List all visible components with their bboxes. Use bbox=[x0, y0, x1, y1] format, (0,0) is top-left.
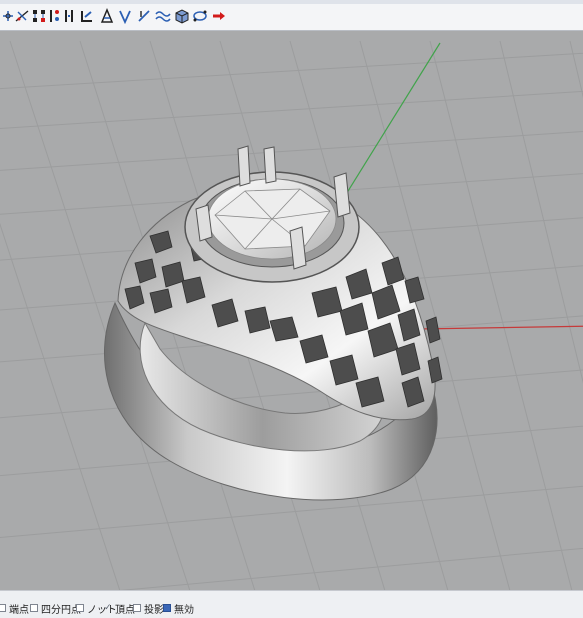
toolbar-top-strip bbox=[0, 0, 583, 4]
snap-end[interactable]: 端点 bbox=[0, 601, 29, 616]
snap-end-label: 端点 bbox=[9, 604, 29, 616]
snap-project-checkbox[interactable] bbox=[133, 604, 141, 612]
join-edge-icon[interactable] bbox=[79, 8, 95, 24]
wave-curve-icon[interactable] bbox=[155, 8, 171, 24]
snap-disable-label: 無効 bbox=[174, 604, 194, 616]
flow-arrow-icon[interactable] bbox=[211, 8, 227, 24]
ring-model[interactable] bbox=[104, 145, 443, 501]
curve-icon[interactable] bbox=[136, 8, 152, 24]
edit-points-icon[interactable] bbox=[47, 8, 63, 24]
snap-quad-label: 四分円点 bbox=[41, 604, 81, 616]
snap-vertex-label: 頂点 bbox=[115, 604, 135, 616]
split-icon[interactable] bbox=[62, 8, 78, 24]
snap-end-checkbox[interactable] bbox=[0, 604, 6, 612]
top-toolbar bbox=[0, 0, 583, 31]
extend-icon[interactable] bbox=[117, 8, 133, 24]
gemstone bbox=[207, 178, 337, 260]
trim-icon[interactable] bbox=[99, 8, 115, 24]
gumball-icon[interactable] bbox=[14, 8, 30, 24]
snap-knot-checkbox[interactable] bbox=[76, 604, 84, 612]
checkmark-icon: ✓ bbox=[104, 603, 112, 613]
solid-box-icon[interactable] bbox=[174, 8, 190, 24]
snap-disable-checkbox[interactable] bbox=[163, 604, 171, 612]
control-points-icon[interactable] bbox=[31, 8, 47, 24]
snap-project[interactable]: 投影 bbox=[133, 601, 164, 616]
snap-quad[interactable]: 四分円点 bbox=[30, 601, 81, 616]
perspective-viewport[interactable] bbox=[0, 31, 583, 590]
snap-project-label: 投影 bbox=[144, 604, 164, 616]
snap-disable[interactable]: 無効 bbox=[163, 601, 194, 616]
osnap-statusbar: 端点 四分円点 ノット ✓ 頂点 投影 無効 bbox=[0, 590, 583, 618]
snap-vertex[interactable]: ✓ 頂点 bbox=[104, 601, 135, 616]
mesh-icon[interactable] bbox=[192, 8, 208, 24]
snap-quad-checkbox[interactable] bbox=[30, 604, 38, 612]
